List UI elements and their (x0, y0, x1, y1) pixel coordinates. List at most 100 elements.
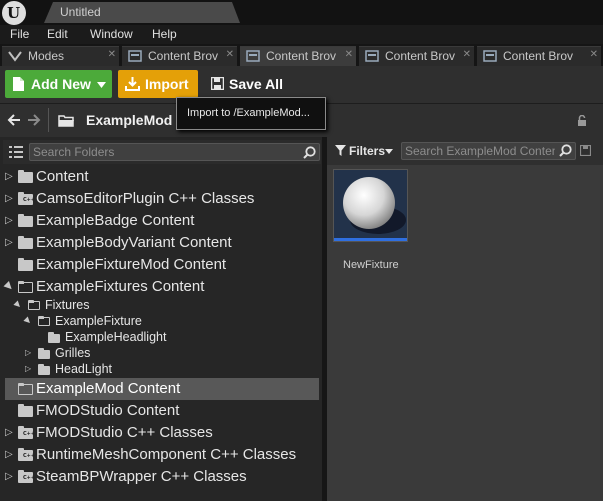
expanded-arrow-icon[interactable]: ▶ (23, 315, 34, 326)
folder-icon (58, 115, 74, 127)
asset-tile[interactable] (333, 169, 408, 242)
add-new-label: Add New (31, 76, 91, 92)
tree-item-example-fixtures[interactable]: ▶ ExampleFixtures Content (2, 276, 319, 298)
add-new-button[interactable]: Add New (5, 70, 112, 98)
tree-item-label: ExampleFixture (55, 314, 142, 328)
sphere-thumbnail-icon (334, 170, 407, 238)
tree-item-label: ExampleFixtureMod Content (36, 256, 227, 273)
collapsed-arrow-icon[interactable]: ▷ (5, 237, 13, 248)
search-icon[interactable] (303, 146, 316, 159)
tree-item-example-fixture-mod[interactable]: ExampleFixtureMod Content (5, 254, 319, 276)
collapsed-arrow-icon[interactable]: ▷ (25, 348, 31, 357)
folder-icon (18, 404, 33, 417)
tree-item-label: CamsoEditorPlugin C++ Classes (36, 190, 255, 207)
save-all-label: Save All (229, 76, 283, 92)
tree-item-runtime-mesh-component[interactable]: ▷ C++ RuntimeMeshComponent C++ Classes (5, 444, 319, 466)
save-icon (211, 77, 224, 90)
tree-item-label: ExampleHeadlight (65, 330, 167, 344)
tree-item-steam-bp-wrapper[interactable]: ▷ C++ SteamBPWrapper C++ Classes (5, 466, 319, 488)
lock-icon[interactable] (577, 115, 587, 127)
import-label: Import (145, 76, 189, 92)
document-tab[interactable]: Untitled (44, 2, 240, 23)
close-icon[interactable]: ✕ (590, 49, 598, 60)
separator (48, 108, 49, 132)
tree-item-fmod-studio-content[interactable]: FMODStudio Content (5, 400, 319, 422)
tree-item-label: FMODStudio C++ Classes (36, 424, 213, 441)
window-title: Untitled (60, 5, 101, 19)
expanded-arrow-icon[interactable]: ▶ (2, 280, 15, 293)
menu-edit[interactable]: Edit (47, 27, 68, 41)
filter-row: Filters (327, 137, 603, 165)
tree-item-example-badge[interactable]: ▷ ExampleBadge Content (5, 210, 319, 232)
close-icon[interactable]: ✕ (463, 49, 471, 60)
tree-item-example-mod[interactable]: ExampleMod Content (5, 378, 319, 400)
folder-icon (38, 364, 50, 375)
search-icon[interactable] (559, 144, 572, 157)
filter-icon (335, 145, 346, 156)
tree-item-label: ExampleMod Content (36, 380, 181, 397)
tree-item-headlight[interactable]: ▷ HeadLight (5, 361, 319, 379)
expanded-arrow-icon[interactable]: ▶ (13, 299, 24, 310)
panel-tabs: Modes ✕ Content Brov ✕ Content Brov ✕ Co… (0, 44, 603, 66)
save-search-icon[interactable] (580, 145, 591, 156)
tree-item-camso-editor-plugin[interactable]: ▷ C++ CamsoEditorPlugin C++ Classes (5, 188, 319, 210)
back-arrow-icon[interactable] (7, 113, 21, 127)
tab-label: Modes (28, 49, 65, 63)
asset-search-input[interactable] (405, 144, 555, 158)
open-folder-icon (18, 383, 33, 395)
import-icon (125, 77, 140, 91)
tree-toggle-icon[interactable] (9, 145, 23, 159)
tree-item-label: HeadLight (55, 362, 112, 376)
folder-icon (18, 236, 33, 249)
folder-search-input[interactable] (33, 145, 283, 159)
tree-item-label: Fixtures (45, 298, 90, 312)
asset-view-panel: Filters NewFixture (327, 137, 603, 501)
collapsed-arrow-icon[interactable]: ▷ (5, 449, 13, 460)
tab-content-browser-4[interactable]: Content Brov ✕ (477, 46, 601, 66)
close-icon[interactable]: ✕ (108, 49, 116, 60)
save-all-button[interactable]: Save All (206, 70, 292, 98)
tab-modes[interactable]: Modes ✕ (2, 46, 119, 66)
collapsed-arrow-icon[interactable]: ▷ (5, 171, 13, 182)
unreal-logo-icon: U (2, 1, 26, 25)
tree-item-content[interactable]: ▷ Content (5, 166, 319, 188)
folder-search-row (3, 140, 321, 164)
folder-icon (48, 332, 60, 343)
open-folder-icon (38, 316, 50, 326)
tab-label: Content Brov (503, 49, 574, 63)
menu-file[interactable]: File (10, 27, 29, 41)
new-file-icon (13, 77, 24, 91)
menu-help[interactable]: Help (152, 27, 177, 41)
open-folder-icon (28, 300, 40, 310)
collapsed-arrow-icon[interactable]: ▷ (5, 471, 13, 482)
import-button[interactable]: Import (118, 70, 198, 98)
tab-content-browser-1[interactable]: Content Brov ✕ (122, 46, 237, 66)
close-icon[interactable]: ✕ (226, 49, 234, 60)
folder-icon (38, 348, 50, 359)
cpp-folder-icon: C++ (18, 192, 35, 205)
collapsed-arrow-icon[interactable]: ▷ (5, 215, 13, 226)
tab-content-browser-2[interactable]: Content Brov ✕ (240, 46, 356, 66)
chevron-down-icon (385, 149, 393, 154)
collapsed-arrow-icon[interactable]: ▷ (5, 193, 13, 204)
close-icon[interactable]: ✕ (345, 49, 353, 60)
tab-content-browser-3[interactable]: Content Brov ✕ (359, 46, 474, 66)
collapsed-arrow-icon[interactable]: ▷ (5, 427, 13, 438)
forward-arrow-icon[interactable] (27, 113, 41, 127)
path-segment[interactable]: ExampleMod (86, 112, 172, 128)
tree-item-label: RuntimeMeshComponent C++ Classes (36, 446, 297, 463)
tab-label: Content Brov (385, 49, 456, 63)
tree-item-fmod-studio-cpp[interactable]: ▷ C++ FMODStudio C++ Classes (5, 422, 319, 444)
filters-button[interactable]: Filters (349, 144, 385, 158)
folder-tree-panel: ▷ Content ▷ C++ CamsoEditorPlugin C++ Cl… (2, 140, 321, 501)
content-browser-icon (128, 50, 142, 62)
tab-label: Content Brov (148, 49, 219, 63)
tree-item-example-body-variant[interactable]: ▷ ExampleBodyVariant Content (5, 232, 319, 254)
menu-window[interactable]: Window (90, 27, 133, 41)
cpp-folder-icon: C++ (18, 448, 35, 461)
menu-bar: File Edit Window Help (0, 25, 603, 44)
tab-label: Content Brov (266, 49, 337, 63)
tooltip-text: Import to /ExampleMod... (187, 107, 310, 119)
logo-letter: U (7, 4, 21, 22)
collapsed-arrow-icon[interactable]: ▷ (25, 364, 31, 373)
